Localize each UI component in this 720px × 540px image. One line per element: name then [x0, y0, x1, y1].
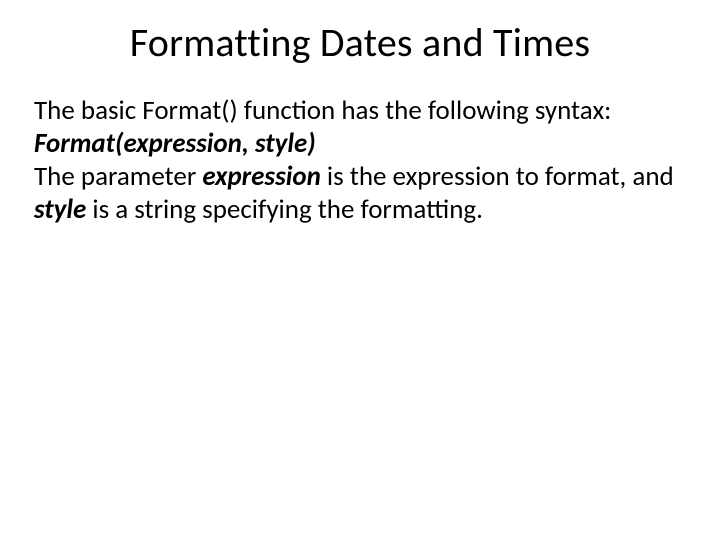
body-line-3: The parameter expression is the expressi… [34, 161, 686, 227]
param-expression: expression [202, 160, 320, 193]
slide: Formatting Dates and Times The basic For… [0, 0, 720, 540]
param-style: style [34, 193, 86, 226]
slide-body: The basic Format() function has the foll… [34, 95, 686, 227]
text-run: is the expression to format, and [321, 160, 674, 193]
body-signature: Format(expression, style) [34, 128, 686, 161]
slide-title: Formatting Dates and Times [34, 18, 686, 67]
body-line-1: The basic Format() function has the foll… [34, 95, 686, 128]
text-run: is a string specifying the formatting. [86, 193, 483, 226]
text-run: The parameter [34, 160, 202, 193]
